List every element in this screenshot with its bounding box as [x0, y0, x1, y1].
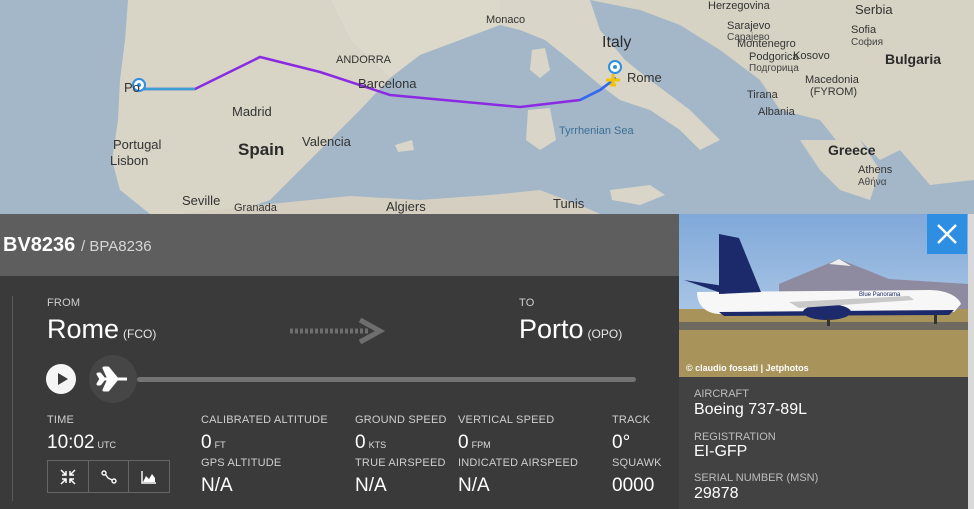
progress-aircraft-marker[interactable] — [89, 355, 137, 403]
flight-header: BV8236 / BPA8236 — [0, 214, 679, 276]
map-label-greece: Greece — [828, 142, 876, 158]
airplane-icon — [96, 366, 127, 392]
true-airspeed-label: TRUE AIRSPEED — [355, 457, 446, 469]
panel-divider — [12, 296, 13, 501]
map-label-macedonia: Macedonia — [805, 74, 859, 86]
time-unit: UTC — [97, 440, 117, 450]
flight-progress-bar[interactable] — [137, 377, 636, 382]
map-label-podgorica-cyr: Подгорица — [749, 63, 799, 74]
gps-altitude-value: N/A — [201, 475, 233, 496]
calibrated-altitude-unit: FT — [214, 440, 226, 450]
registration-label: REGISTRATION — [694, 431, 776, 443]
map-label-rome: Rome — [627, 70, 662, 85]
calibrated-altitude-text: 0 — [201, 432, 212, 453]
origin-city-name: Rome — [47, 314, 120, 344]
route-icon — [100, 469, 117, 484]
map-label-seville: Seville — [182, 193, 221, 208]
track-value: 0° — [612, 432, 631, 453]
map-label-fyrom: (FYROM) — [810, 86, 858, 98]
photo-credit[interactable]: © claudio fossati | Jetphotos — [686, 363, 809, 373]
squawk-label: SQUAWK — [612, 457, 662, 469]
track-label: TRACK — [612, 414, 651, 426]
map-label-lisbon: Lisbon — [110, 153, 149, 168]
vertical-speed-unit: FPM — [471, 440, 491, 450]
vertical-speed-text: 0 — [458, 432, 469, 453]
ground-speed-text: 0 — [355, 432, 366, 453]
time-value: 10:02 UTC — [47, 432, 116, 454]
map-label-monaco: Monaco — [486, 14, 526, 26]
time-value-text: 10:02 — [47, 432, 95, 453]
map-label-sofia: Sofia — [851, 24, 877, 36]
time-label: TIME — [47, 414, 75, 426]
aircraft-photo[interactable]: Blue Panorama — [679, 214, 968, 377]
livery-text: Blue Panorama — [859, 292, 901, 298]
flight-callsign: / BPA8236 — [81, 238, 152, 255]
ground-speed-value: 0 KTS — [355, 432, 386, 454]
indicated-airspeed-label: INDICATED AIRSPEED — [458, 457, 579, 469]
map-label-sarajevo: Sarajevo — [727, 20, 771, 32]
true-airspeed-value: N/A — [355, 475, 387, 496]
aircraft-value: Boeing 737-89L — [694, 401, 807, 418]
map-label-sofia-cyr: София — [851, 37, 884, 48]
fullscreen-icon — [60, 468, 76, 485]
map-label-portugal: Portugal — [113, 137, 162, 152]
map-label-granada: Granada — [234, 202, 277, 214]
map-label-porto: Po — [124, 80, 140, 95]
to-label: TO — [519, 297, 535, 309]
map-label-andorra: ANDORRA — [336, 54, 392, 66]
map-label-podgorica: Podgorica — [749, 51, 799, 63]
destination-code: (OPO) — [587, 327, 623, 341]
destination-city-name: Porto — [519, 314, 584, 344]
calibrated-altitude-value: 0 FT — [201, 432, 226, 454]
gps-altitude-label: GPS ALTITUDE — [201, 457, 282, 469]
ground-speed-unit: KTS — [368, 440, 387, 450]
map-label-serbia: Serbia — [855, 2, 893, 17]
registration-value: EI-GFP — [694, 443, 748, 460]
origin-city[interactable]: Rome (FCO) — [47, 314, 156, 345]
serial-number-value: 29878 — [694, 485, 739, 502]
map-label-barcelona: Barcelona — [358, 76, 417, 91]
destination-city[interactable]: Porto (OPO) — [519, 314, 622, 345]
from-label: FROM — [47, 297, 81, 309]
aircraft-photo-image: Blue Panorama — [679, 214, 968, 377]
calibrated-altitude-label: CALIBRATED ALTITUDE — [201, 414, 328, 426]
origin-code: (FCO) — [123, 327, 157, 341]
map-label-athens-gr: Αθήνα — [858, 177, 887, 188]
location-pin-icon[interactable] — [608, 60, 622, 74]
vertical-speed-label: VERTICAL SPEED — [458, 414, 555, 426]
flight-number: BV8236 — [3, 234, 76, 256]
map-label-madrid: Madrid — [232, 104, 272, 119]
route-arrow-icon — [290, 317, 386, 345]
chart-icon — [141, 470, 157, 484]
route-button[interactable] — [89, 461, 130, 492]
indicated-airspeed-value: N/A — [458, 475, 490, 496]
map-label-tunis: Tunis — [553, 196, 585, 211]
close-button[interactable] — [927, 214, 967, 254]
ground-speed-label: GROUND SPEED — [355, 414, 447, 426]
map-canvas[interactable] — [0, 0, 974, 214]
map-label-algiers: Algiers — [386, 199, 426, 214]
map[interactable]: Monaco Italy Rome ANDORRA Barcelona Madr… — [0, 0, 974, 214]
vertical-speed-value: 0 FPM — [458, 432, 491, 454]
map-label-italy: Italy — [602, 34, 632, 51]
map-label-albania: Albania — [758, 106, 795, 118]
play-button[interactable] — [46, 364, 76, 394]
map-label-spain: Spain — [238, 140, 285, 159]
view-button-group — [47, 460, 170, 493]
map-label-bulgaria: Bulgaria — [885, 51, 942, 67]
serial-number-label: SERIAL NUMBER (MSN) — [694, 472, 819, 484]
squawk-value: 0000 — [612, 475, 655, 496]
map-label-valencia: Valencia — [302, 134, 351, 149]
scrollbar-edge — [968, 214, 974, 509]
map-label-tyrrhenian-sea: Tyrrhenian Sea — [559, 125, 634, 137]
map-label-montenegro: Montenegro — [737, 38, 796, 50]
map-label-kosovo: Kosovo — [793, 50, 830, 62]
fullscreen-button[interactable] — [48, 461, 89, 492]
aircraft-label: AIRCRAFT — [694, 388, 749, 400]
map-label-athens: Athens — [858, 164, 893, 176]
map-label-tirana: Tirana — [747, 89, 778, 101]
chart-button[interactable] — [129, 461, 169, 492]
map-label-herzegovina: Herzegovina — [708, 0, 770, 12]
close-icon — [937, 224, 957, 244]
